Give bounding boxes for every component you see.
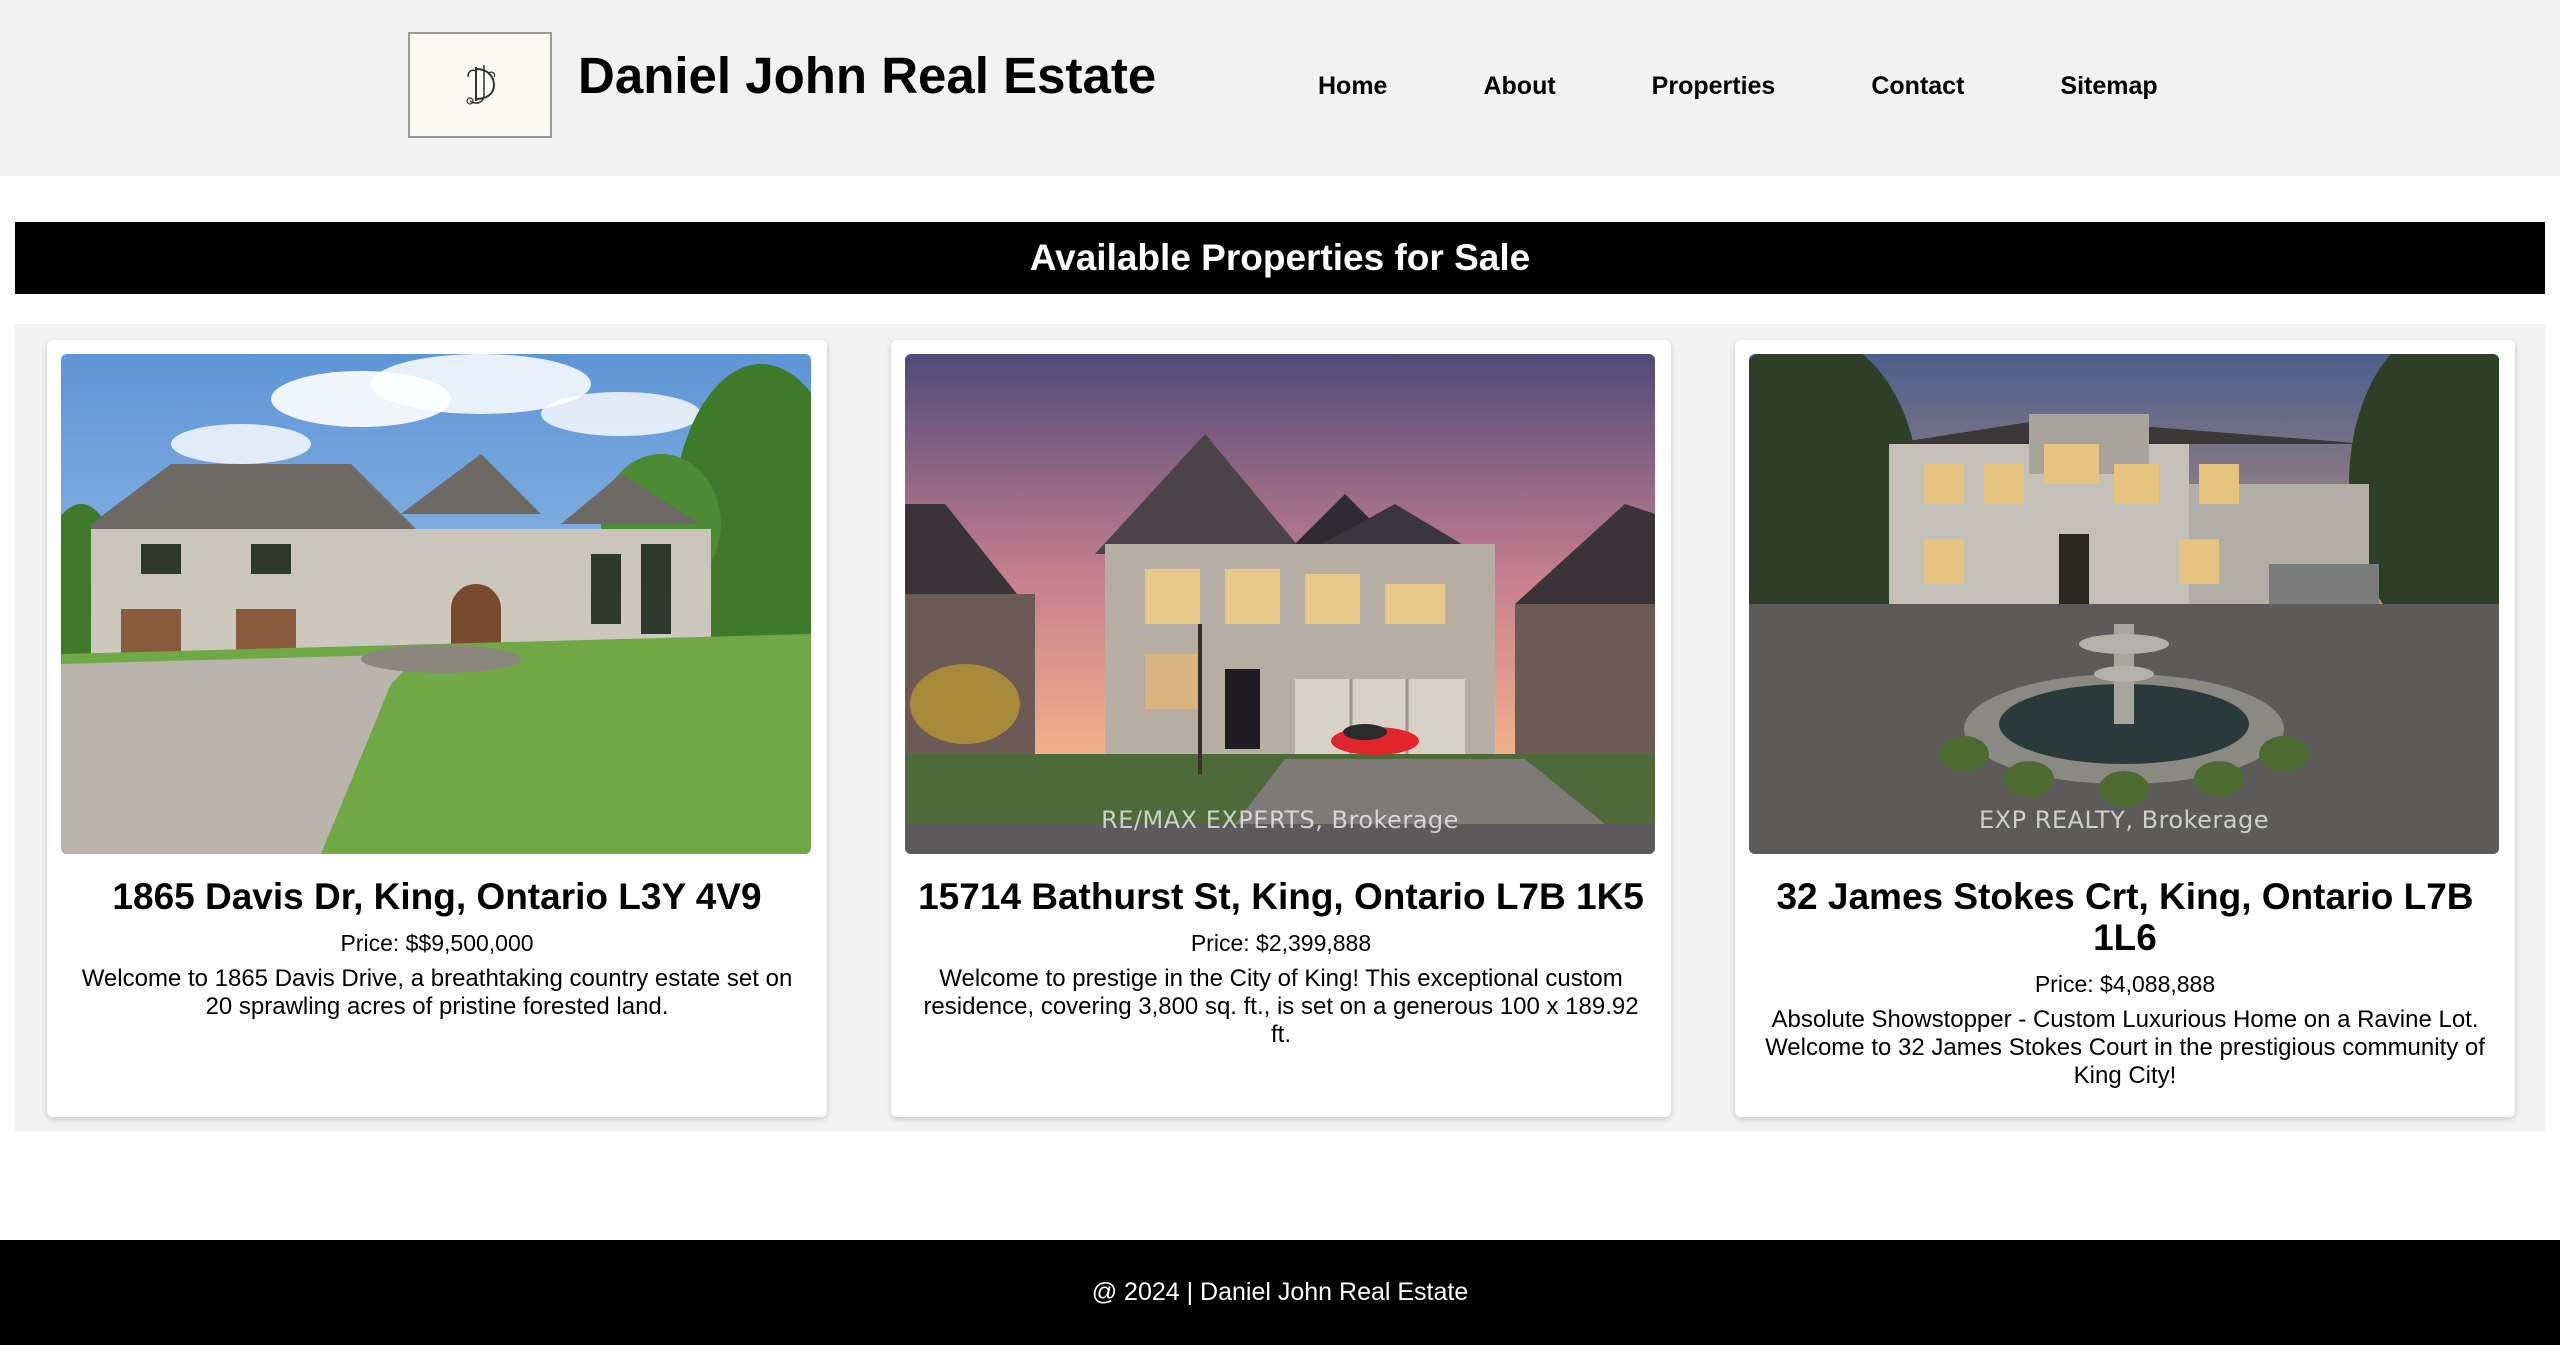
property-address[interactable]: 15714 Bathurst St, King, Ontario L7B 1K5 [915,876,1647,917]
property-card[interactable]: 1865 Davis Dr, King, Ontario L3Y 4V9 Pri… [47,340,827,1117]
property-card[interactable]: RE/MAX EXPERTS, Brokerage 15714 Bathurst… [891,340,1671,1117]
property-listings: 1865 Davis Dr, King, Ontario L3Y 4V9 Pri… [15,324,2545,1131]
nav-sitemap-link[interactable]: Sitemap [2060,74,2157,99]
property-address[interactable]: 32 James Stokes Crt, King, Ontario L7B 1… [1759,876,2491,958]
property-description: Absolute Showstopper - Custom Luxurious … [1765,1006,2485,1089]
site-footer: @ 2024 | Daniel John Real Estate [0,1240,2560,1345]
site-title: Daniel John Real Estate [578,47,1157,104]
modern-house-fountain-image [1749,354,2499,854]
property-price: Price: $$9,500,000 [340,930,534,956]
property-photo[interactable]: RE/MAX EXPERTS, Brokerage [905,354,1655,854]
property-price: Price: $2,399,888 [1190,930,1372,956]
property-description: Welcome to 1865 Davis Drive, a breathtak… [81,965,793,1020]
dj-monogram-logo-icon [466,65,496,105]
property-address[interactable]: 1865 Davis Dr, King, Ontario L3Y 4V9 [71,876,803,917]
property-price: Price: $4,088,888 [2034,971,2216,997]
section-banner: Available Properties for Sale [15,222,2545,294]
nav-about-link[interactable]: About [1483,74,1555,99]
nav-contact-link[interactable]: Contact [1871,74,1964,99]
nav-home-link[interactable]: Home [1318,74,1387,99]
nav-properties-link[interactable]: Properties [1652,74,1776,99]
twilight-stone-house-image [905,354,1655,854]
property-photo[interactable] [61,354,811,854]
property-photo[interactable]: EXP REALTY, Brokerage [1749,354,2499,854]
main-nav: Home About Properties Contact Sitemap [1318,74,2158,99]
footer-copyright: @ 2024 | Daniel John Real Estate [1091,1278,1469,1306]
property-description: Welcome to prestige in the City of King!… [923,965,1639,1048]
property-card[interactable]: EXP REALTY, Brokerage 32 James Stokes Cr… [1735,340,2515,1117]
brokerage-watermark: EXP REALTY, Brokerage [1979,806,2269,834]
logo[interactable] [408,32,552,138]
stone-estate-house-image [61,354,811,854]
brokerage-watermark: RE/MAX EXPERTS, Brokerage [1101,806,1459,834]
site-header: Daniel John Real Estate Home About Prope… [0,0,2560,176]
